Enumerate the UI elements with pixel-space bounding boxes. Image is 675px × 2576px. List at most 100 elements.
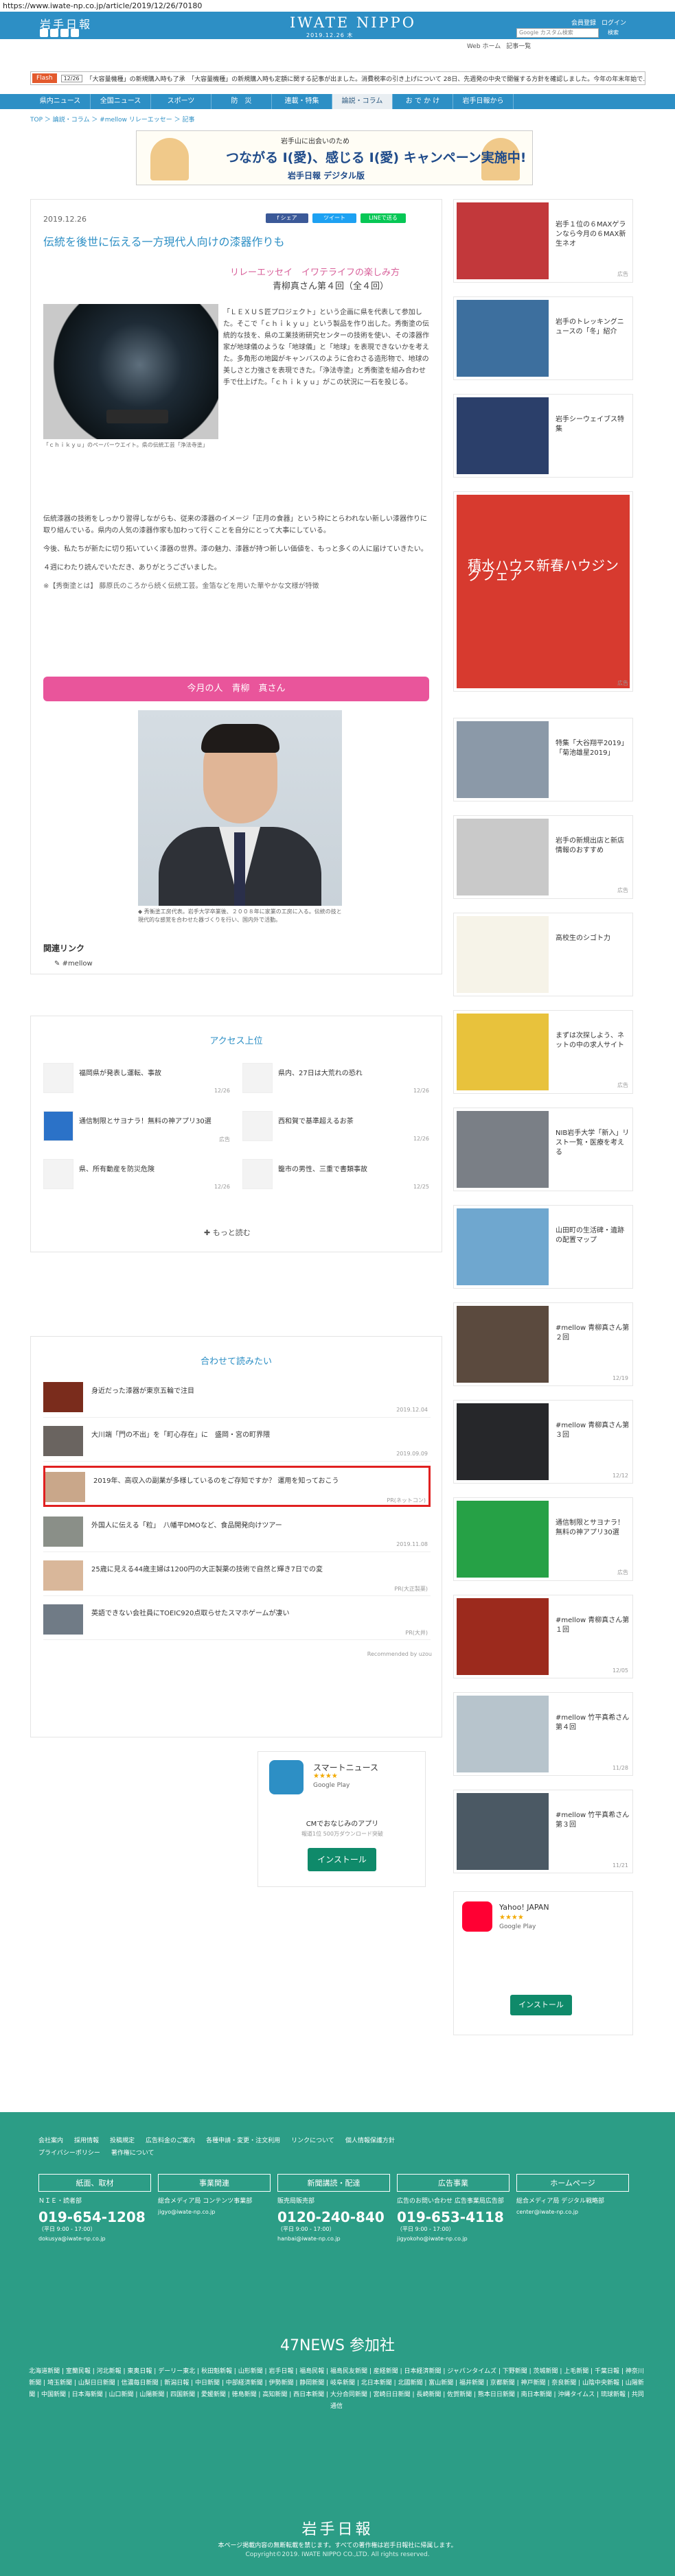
nav-item-disaster[interactable]: 防 災 [211, 94, 272, 109]
recommend-item-title[interactable]: 25歳に見える44歳主婦は1200円の大正製薬の技術で自然と輝き7日での変 [91, 1563, 421, 1573]
sidebar-item-title[interactable]: NIB岩手大学「新入」リスト一覧・医療を考える [556, 1129, 630, 1158]
facebook-share-button[interactable]: f シェア [266, 213, 308, 223]
ranking-item-title[interactable]: 籠市の男性、三重で書類事故 [278, 1163, 367, 1173]
contact-email[interactable]: hanbai@iwate-np.co.jp [277, 2236, 390, 2242]
more-label[interactable]: もっと読む [213, 1228, 251, 1237]
recommend-item[interactable]: 大川端「門の不出」を「町心存在」に 盛岡・宮の町界隈 2019.09.09 [43, 1422, 431, 1462]
recommend-item[interactable]: 25歳に見える44歳主婦は1200円の大正製薬の技術で自然と輝き7日での変 PR(… [43, 1556, 431, 1596]
nav-item-from-nippo[interactable]: 岩手日報から [453, 94, 514, 109]
article-list-link[interactable]: 記事一覧 [506, 41, 531, 50]
sidebar-item[interactable]: 岩手の新規出店と新店情報のおすすめ 広告 [453, 815, 633, 899]
sidebar-item[interactable]: 特集「大谷翔平2019」「菊池雄星2019」 [453, 718, 633, 801]
side-install-button[interactable]: インストール [510, 1995, 572, 2015]
sidebar-item-title[interactable]: 積水ハウス新春ハウジングフェア [468, 559, 619, 582]
ranking-item[interactable]: 県内、27日は大荒れの恐れ 12/26 [242, 1057, 429, 1094]
ranking-item[interactable]: 福岡県が発表し運転、事故 12/26 [43, 1057, 230, 1094]
related-link-label[interactable]: #mellow [62, 960, 93, 968]
portrait-photo[interactable] [138, 710, 342, 906]
campaign-banner[interactable]: 岩手山に出会いのため つながる I(愛)、感じる I(愛) キャンペーン実施中!… [136, 130, 533, 185]
sidebar-item[interactable]: NIB岩手大学「新入」リスト一覧・医療を考える [453, 1108, 633, 1191]
sidebar-item-title[interactable]: 岩手シーウェイブス特集 [556, 415, 630, 434]
nav-item-features[interactable]: 連載・特集 [272, 94, 332, 109]
line-share-button[interactable]: LINEで送る [361, 213, 406, 223]
instagram-icon[interactable] [60, 29, 69, 37]
install-button[interactable]: インストール [308, 1848, 376, 1871]
recommend-item[interactable]: 英語できない会社員にTOEIC920点取らせたスマホゲームが凄い PR(大井) [43, 1600, 431, 1640]
contact-email[interactable]: jigyokoho@iwate-np.co.jp [397, 2236, 510, 2242]
sidebar-item-title[interactable]: #mellow 青柳真さん第２回 [556, 1324, 630, 1343]
ranking-item[interactable]: 県、所有動産を防災危険 12/26 [43, 1154, 230, 1190]
ranking-item-title[interactable]: 県内、27日は大荒れの恐れ [278, 1067, 363, 1077]
sidebar-item[interactable]: まずは次探しよう、ネットの中の求人サイト 広告 [453, 1010, 633, 1094]
powered-by[interactable]: Recommended by uzou [367, 1651, 432, 1657]
sidebar-item-title[interactable]: #mellow 竹平真希さん第３回 [556, 1811, 630, 1830]
recommend-item[interactable]: 身近だった漆器が東京五輪で注目 2019.12.04 [43, 1378, 431, 1418]
sidebar-item[interactable]: 高校生のシゴト力 [453, 913, 633, 996]
nav-item-outing[interactable]: お で か け [393, 94, 453, 109]
facebook-icon[interactable] [50, 29, 58, 37]
sidebar-item[interactable]: #mellow 青柳真さん第３回 12/12 [453, 1400, 633, 1484]
sidebar-item[interactable]: 岩手シーウェイブス特集 [453, 394, 633, 478]
sidebar-item-title[interactable]: #mellow 竹平真希さん第４回 [556, 1713, 630, 1733]
sidebar-item-title[interactable]: 通信制限とサヨナラ！無料の神アプリ30選 [556, 1519, 630, 1538]
sidebar-item-title[interactable]: #mellow 青柳真さん第１回 [556, 1616, 630, 1635]
sidebar-item[interactable]: #mellow 竹平真希さん第４回 11/28 [453, 1692, 633, 1776]
sidebar-item-title[interactable]: まずは次探しよう、ネットの中の求人サイト [556, 1031, 630, 1051]
footer-link[interactable]: 著作権について [111, 2148, 155, 2157]
sidebar-item[interactable]: #mellow 竹平真希さん第３回 11/21 [453, 1790, 633, 1873]
recommend-item-title[interactable]: 外国人に伝える「粒」 八幡平DMOなど、食品開発向けツアー [91, 1519, 421, 1530]
recommend-item[interactable]: 外国人に伝える「粒」 八幡平DMOなど、食品開発向けツアー 2019.11.08 [43, 1512, 431, 1552]
app-ad[interactable]: スマートニュース ★★★★ Google Play CMでおなじみのアプリ 報道… [258, 1751, 426, 1887]
footer-link[interactable]: 会社案内 [38, 2135, 63, 2144]
contact-email[interactable]: dokusya@iwate-np.co.jp [38, 2236, 151, 2242]
ranking-item[interactable]: 通信制限とサヨナラ！無料の神アプリ30選 広告 [43, 1105, 230, 1143]
ranking-item-title[interactable]: 福岡県が発表し運転、事故 [79, 1067, 161, 1077]
ranking-item[interactable]: 籠市の男性、三重で書類事故 12/25 [242, 1154, 429, 1190]
nav-item-national[interactable]: 全国ニュース [91, 94, 151, 109]
sidebar-item-title[interactable]: #mellow 青柳真さん第３回 [556, 1421, 630, 1440]
sidebar-item[interactable]: 岩手１位の６MAXゲランなら今月の６MAX新生ネオ 広告 [453, 199, 633, 283]
url-bar[interactable]: https://www.iwate-np.co.jp/article/2019/… [0, 0, 675, 12]
contact-phone[interactable]: 019-653-4118 [397, 2209, 510, 2225]
sidebar-item-title[interactable]: 岩手１位の６MAXゲランなら今月の６MAX新生ネオ [556, 220, 630, 249]
more-button[interactable]: ✚ もっと読む [204, 1227, 251, 1238]
masthead[interactable]: IWATE NIPPO [290, 14, 416, 31]
footer-link[interactable]: 個人情報保護方針 [345, 2135, 395, 2144]
footer-link[interactable]: 投稿規定 [110, 2135, 135, 2144]
recommend-item-title[interactable]: 2019年、高収入の副業が多様しているのをご存知ですか？ 運用を知っておこう [93, 1475, 423, 1485]
nav-item-sports[interactable]: スポーツ [151, 94, 211, 109]
sidebar-item-title[interactable]: 山田町の生活碑・遺跡の配置マップ [556, 1226, 630, 1245]
twitter-icon[interactable] [40, 29, 48, 37]
footer-link[interactable]: リンクについて [291, 2135, 334, 2144]
nav-item-column[interactable]: 論説・コラム [332, 94, 393, 109]
footer-link[interactable]: 各種申請・変更・注文利用 [206, 2135, 280, 2144]
footer-link[interactable]: 採用情報 [74, 2135, 99, 2144]
ranking-item-title[interactable]: 西和賀で基準超えるお茶 [278, 1115, 354, 1125]
sidebar-item-title[interactable]: 高校生のシゴト力 [556, 934, 630, 944]
sidebar-item-title[interactable]: 岩手のトレッキングニュースの「冬」紹介 [556, 318, 630, 337]
recommend-item-highlighted[interactable]: 2019年、高収入の副業が多様しているのをご存知ですか？ 運用を知っておこう PR… [43, 1466, 431, 1507]
line-icon[interactable] [71, 29, 79, 37]
recommend-item-title[interactable]: 大川端「門の不出」を「町心存在」に 盛岡・宮の町界隈 [91, 1429, 421, 1439]
sidebar-item[interactable]: #mellow 青柳真さん第２回 12/19 [453, 1302, 633, 1386]
contact-phone[interactable]: 0120-240-840 [277, 2209, 390, 2225]
register-link[interactable]: 会員登録 [571, 18, 596, 27]
ranking-item[interactable]: 西和賀で基準超えるお茶 12/26 [242, 1105, 429, 1142]
contact-phone[interactable]: 019-654-1208 [38, 2209, 151, 2225]
sidebar-ad-sekisui[interactable]: 積水ハウス新春ハウジングフェア 広告 [453, 491, 633, 692]
sidebar-item[interactable]: 通信制限とサヨナラ！無料の神アプリ30選 広告 [453, 1497, 633, 1581]
sidebar-item[interactable]: 岩手のトレッキングニュースの「冬」紹介 [453, 296, 633, 380]
recommend-item-title[interactable]: 身近だった漆器が東京五輪で注目 [91, 1385, 421, 1395]
breadcrumb[interactable]: TOP ＞ 論説・コラム ＞ #mellow リレーエッセー ＞ 記事 [30, 115, 194, 124]
search-input[interactable]: Google カスタム検索 [516, 28, 599, 38]
footer-logo[interactable]: 岩手日報 [0, 2517, 675, 2539]
sidebar-app-ad[interactable]: Yahoo! JAPAN ★★★★ Google Play インストール [453, 1891, 633, 2035]
recommend-item-title[interactable]: 英語できない会社員にTOEIC920点取らせたスマホゲームが凄い [91, 1607, 421, 1617]
ranking-item-title[interactable]: 通信制限とサヨナラ！無料の神アプリ30選 [79, 1115, 211, 1125]
sidebar-item[interactable]: 山田町の生活碑・遺跡の配置マップ [453, 1205, 633, 1289]
sidebar-item[interactable]: #mellow 青柳真さん第１回 12/05 [453, 1595, 633, 1678]
flash-text[interactable]: 「大容量機種」の新規購入時も了承 「大容量機種」の新規購入時も定額に関する記事が… [87, 74, 645, 83]
related-link-mellow[interactable]: ✎ #mellow [54, 960, 93, 968]
web-home-link[interactable]: Web ホーム [467, 41, 501, 50]
flash-news[interactable]: Flash 12/26 「大容量機種」の新規購入時も了承 「大容量機種」の新規購… [30, 71, 645, 85]
